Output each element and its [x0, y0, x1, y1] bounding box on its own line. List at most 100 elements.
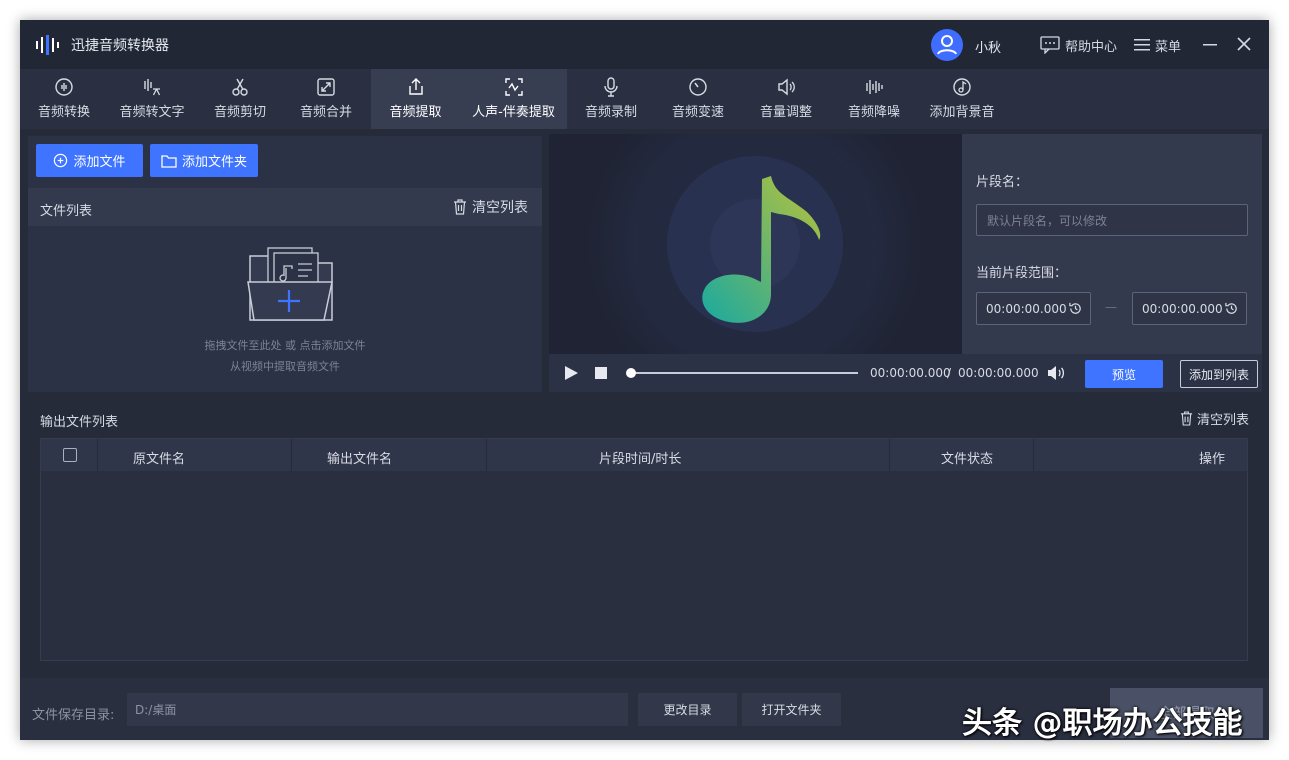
- music-note-visual: [585, 134, 925, 354]
- menu-label: 菜单: [1155, 39, 1182, 55]
- tab-speech-to-text[interactable]: 音频转文字: [110, 69, 194, 129]
- reset-time-icon[interactable]: [1224, 301, 1239, 316]
- tab-label: 人声-伴奏提取: [472, 105, 555, 120]
- watermark-text: 头条 @职场办公技能: [962, 706, 1243, 741]
- audio-preview-area: [549, 134, 962, 354]
- tab-audio-extract[interactable]: 音频提取: [371, 69, 460, 129]
- tab-label: 音频变速: [671, 105, 724, 120]
- tab-audio-merge[interactable]: 音频合并: [290, 69, 362, 129]
- vocal-separate-icon: [504, 78, 523, 96]
- title-bar: 迅捷音频转换器 小秋 帮助中心 菜单: [20, 20, 1269, 70]
- add-folder-button[interactable]: 添加文件夹: [150, 144, 258, 177]
- folder-icon: [161, 154, 177, 168]
- tab-audio-cut[interactable]: 音频剪切: [204, 69, 276, 129]
- clear-output-list-button[interactable]: 清空列表: [1180, 409, 1249, 428]
- username[interactable]: 小秋: [975, 37, 1001, 56]
- column-divider: [889, 439, 890, 471]
- save-dir-label: 文件保存目录:: [32, 708, 115, 723]
- user-icon: [937, 35, 957, 55]
- audio-convert-icon: [55, 78, 73, 96]
- open-folder-button[interactable]: 打开文件夹: [742, 693, 841, 726]
- background-music-icon: [953, 78, 971, 96]
- app-window: 迅捷音频转换器 小秋 帮助中心 菜单 音频转换 音频转文字 音频剪切 音频合并 …: [20, 20, 1269, 740]
- speed-icon: [689, 78, 707, 96]
- col-actions: 操作: [1199, 452, 1226, 467]
- tab-label: 音频转文字: [119, 105, 185, 120]
- empty-folder-illustration[interactable]: [246, 246, 336, 324]
- column-divider: [486, 439, 487, 471]
- speech-to-text-icon: [144, 79, 161, 96]
- help-center-label: 帮助中心: [1065, 39, 1118, 55]
- denoise-icon: [866, 80, 883, 94]
- tab-label: 音频降噪: [847, 105, 900, 120]
- chat-help-icon: [1040, 36, 1060, 54]
- start-time-input[interactable]: 00:00:00.000: [976, 292, 1091, 325]
- tab-label: 音频剪切: [213, 105, 266, 120]
- help-center-button[interactable]: 帮助中心: [1040, 34, 1117, 56]
- end-time-input[interactable]: 00:00:00.000: [1132, 292, 1247, 325]
- table-header: 原文件名 输出文件名 片段时间/时长 文件状态 操作: [41, 439, 1247, 471]
- tab-label: 音频录制: [584, 105, 637, 120]
- col-file-status[interactable]: 文件状态: [941, 448, 993, 467]
- output-section: 输出文件列表 清空列表 原文件名 输出文件名 片段时间/时长 文件状态 操作: [20, 398, 1269, 673]
- tab-label: 音频合并: [299, 105, 352, 120]
- tab-volume-adjust[interactable]: 音量调整: [750, 69, 822, 129]
- col-segment-duration[interactable]: 片段时间/时长: [599, 448, 681, 467]
- tab-audio-record[interactable]: 音频录制: [575, 69, 647, 129]
- start-time-value: 00:00:00.000: [986, 301, 1067, 316]
- preview-button[interactable]: 预览: [1085, 360, 1163, 388]
- drop-hint-text: 拖拽文件至此处 或 点击添加文件: [204, 339, 366, 352]
- add-folder-label: 添加文件夹: [181, 155, 247, 170]
- output-list-title: 输出文件列表: [40, 415, 119, 430]
- progress-track[interactable]: [626, 368, 858, 378]
- column-divider: [97, 439, 98, 471]
- plus-circle-icon: [54, 153, 68, 168]
- stop-icon[interactable]: [594, 366, 608, 380]
- col-source-name[interactable]: 原文件名: [133, 448, 185, 467]
- add-file-label: 添加文件: [73, 155, 126, 170]
- app-logo-icon: [36, 35, 59, 55]
- volume-icon[interactable]: [1046, 364, 1066, 382]
- tab-label: 音量调整: [759, 105, 812, 120]
- play-icon[interactable]: [563, 365, 579, 381]
- segment-name-input[interactable]: 默认片段名，可以修改: [976, 204, 1248, 236]
- add-to-list-button[interactable]: 添加到列表: [1180, 360, 1258, 388]
- save-dir-input[interactable]: D:/桌面: [127, 693, 628, 726]
- col-output-name[interactable]: 输出文件名: [327, 448, 392, 467]
- minimize-icon[interactable]: [1200, 34, 1220, 54]
- microphone-icon: [604, 77, 618, 97]
- tab-audio-speed[interactable]: 音频变速: [662, 69, 734, 129]
- trash-icon: [454, 199, 466, 215]
- tab-label: 音频转换: [37, 105, 90, 120]
- file-panel: 添加文件 添加文件夹 文件列表 清空列表 拖拽文件至此处 或 点击添加文件 从视…: [28, 136, 542, 392]
- range-separator: —: [1105, 300, 1117, 314]
- volume-icon: [778, 78, 795, 96]
- select-all-checkbox[interactable]: [63, 448, 77, 462]
- add-file-button[interactable]: 添加文件: [36, 144, 143, 177]
- tab-background-music[interactable]: 添加背景音: [920, 69, 1004, 129]
- scissors-icon: [232, 78, 248, 96]
- segment-range-label: 当前片段范围：: [976, 266, 1068, 281]
- menu-button[interactable]: 菜单: [1134, 34, 1181, 56]
- close-icon[interactable]: [1234, 34, 1254, 54]
- tab-label: 音频提取: [389, 105, 442, 120]
- column-divider: [291, 439, 292, 471]
- reset-time-icon[interactable]: [1068, 301, 1083, 316]
- progress-handle[interactable]: [626, 368, 636, 378]
- tab-vocal-separate[interactable]: 人声-伴奏提取: [460, 69, 567, 129]
- time-separator: /: [947, 366, 952, 380]
- tab-audio-convert[interactable]: 音频转换: [28, 69, 100, 129]
- function-tabs: 音频转换 音频转文字 音频剪切 音频合并 音频提取 人声-伴奏提取 音频录制 音…: [20, 69, 1269, 129]
- merge-icon: [317, 78, 335, 96]
- user-avatar[interactable]: [931, 29, 963, 61]
- clear-list-label: 清空列表: [472, 200, 528, 216]
- total-time: 00:00:00.000: [958, 366, 1039, 380]
- tab-audio-denoise[interactable]: 音频降噪: [838, 69, 910, 129]
- file-list-title: 文件列表: [40, 204, 93, 219]
- file-list-header: 文件列表 清空列表: [28, 188, 542, 226]
- extract-icon: [408, 78, 423, 95]
- change-dir-button[interactable]: 更改目录: [638, 693, 737, 726]
- app-title: 迅捷音频转换器: [71, 38, 169, 54]
- clear-file-list-button[interactable]: 清空列表: [453, 197, 528, 217]
- end-time-value: 00:00:00.000: [1142, 301, 1223, 316]
